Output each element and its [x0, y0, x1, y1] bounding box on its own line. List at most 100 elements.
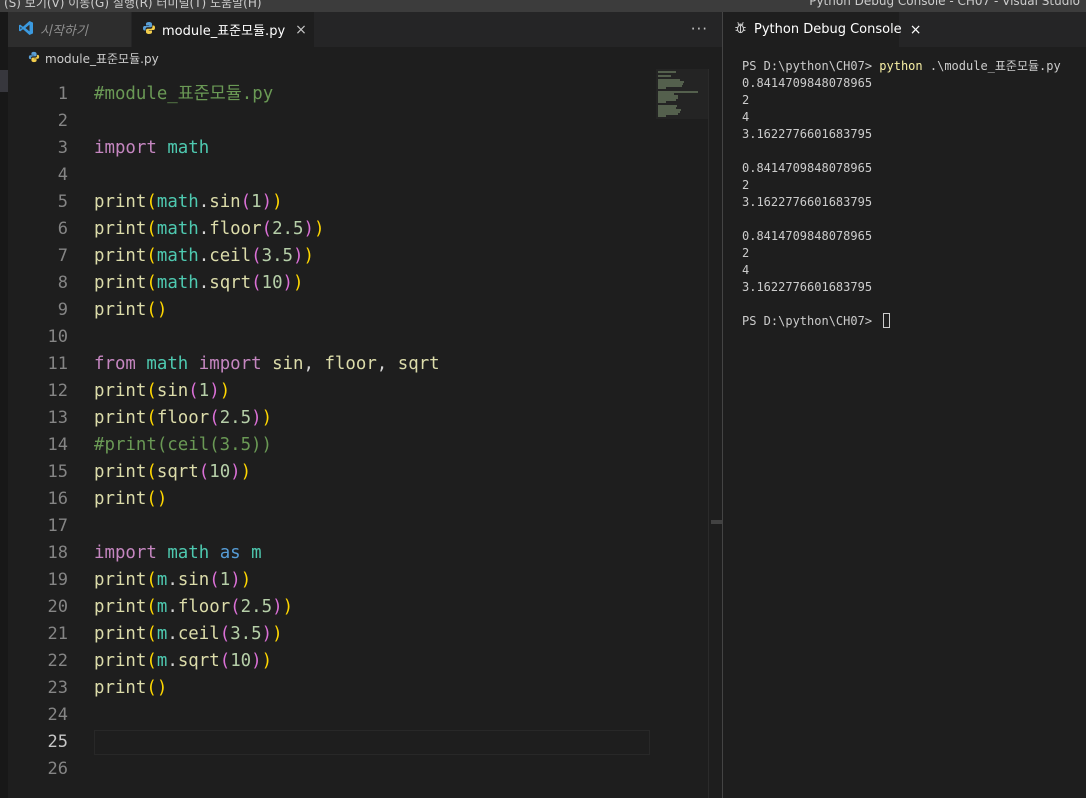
code-token: ( — [219, 624, 231, 644]
terminal-line: 0.8414709848078965 — [742, 76, 873, 90]
terminal-cursor[interactable] — [883, 313, 891, 328]
terminal-line: 2 — [742, 93, 750, 107]
code-token: ) — [282, 597, 294, 617]
vertical-scrollbar[interactable] — [708, 69, 723, 798]
code-token: ( — [146, 219, 157, 239]
line-number: 10 — [47, 327, 68, 347]
code-line[interactable]: print(m.ceil(3.5)) — [94, 621, 283, 648]
tab-debug-console[interactable]: Python Debug Console × — [723, 12, 921, 47]
code-token: ( — [146, 597, 157, 617]
code-token: ) — [251, 408, 262, 428]
code-token: ( — [209, 408, 220, 428]
code-line[interactable]: print() — [94, 297, 167, 324]
line-number: 15 — [47, 462, 68, 482]
code-token: , — [303, 354, 325, 374]
vscode-logo-icon — [18, 20, 34, 40]
terminal-line: PS D:\python\CH07> python .\module_표준모듈.… — [742, 58, 1082, 75]
code-line[interactable]: from math import sin, floor, sqrt — [94, 351, 440, 378]
code-line[interactable]: print(sqrt(10)) — [94, 459, 251, 486]
code-token: . — [198, 219, 210, 239]
code-token: ) — [261, 192, 273, 212]
line-number: 17 — [47, 516, 68, 536]
code-token: math — [146, 354, 189, 374]
code-token: ( — [146, 570, 157, 590]
code-line[interactable]: print(m.floor(2.5)) — [94, 594, 293, 621]
line-number: 20 — [47, 597, 68, 617]
close-icon[interactable]: × — [295, 22, 307, 38]
code-token: ) — [303, 219, 314, 239]
debug-console-panel: Python Debug Console × PS D:\python\CH07… — [723, 12, 1086, 798]
code-token: math — [156, 246, 199, 266]
line-number: 2 — [57, 111, 68, 131]
code-line[interactable]: import math as m — [94, 540, 262, 567]
code-token: ceil — [209, 246, 252, 266]
code-token: ) — [240, 462, 252, 482]
code-token: ( — [146, 192, 157, 212]
code-token: ) — [230, 570, 241, 590]
code-line[interactable]: print(sin(1)) — [94, 378, 230, 405]
tab-welcome[interactable]: 시작하기 — [8, 12, 132, 47]
line-number: 11 — [47, 354, 68, 374]
code-editor[interactable]: 1 2 3 4 5 6 7 8 9 10 11 12 13 14 15 16 17 18 19 20 21 22 23 24 2… — [8, 69, 723, 798]
line-number: 6 — [57, 219, 68, 239]
menu-bar[interactable]: (S) 보기(V) 이동(G) 실행(R) 터미널(T) 도움말(H) — [4, 0, 262, 11]
code-token: print — [94, 462, 147, 482]
code-line[interactable]: print(math.sqrt(10)) — [94, 270, 304, 297]
code-token: print — [94, 246, 147, 266]
tab-module-file[interactable]: module_표준모듈.py × — [132, 12, 314, 47]
code-token: ( — [146, 408, 157, 428]
terminal-prompt: PS D:\python\CH07> — [742, 314, 880, 328]
code-line[interactable]: print() — [94, 486, 167, 513]
code-token: sqrt — [209, 273, 252, 293]
code-line[interactable]: print(math.ceil(3.5)) — [94, 243, 314, 270]
code-line[interactable]: print(m.sqrt(10)) — [94, 648, 272, 675]
terminal-line: 3.1622776601683795 — [742, 195, 873, 209]
code-token: ( — [188, 381, 199, 401]
code-token: . — [198, 273, 210, 293]
code-token: print — [94, 408, 147, 428]
code-token: ) — [293, 273, 304, 293]
code-token: ( — [251, 246, 262, 266]
code-line[interactable]: import math — [94, 135, 209, 162]
code-token: sin — [272, 354, 304, 374]
close-icon[interactable]: × — [910, 22, 922, 38]
line-number: 4 — [57, 165, 68, 185]
terminal-line: 0.8414709848078965 — [742, 229, 873, 243]
code-token: print — [94, 570, 147, 590]
code-token: 2.5 — [240, 597, 273, 617]
code-token: floor — [156, 408, 210, 428]
minimap[interactable] — [656, 69, 708, 129]
line-number: 25 — [47, 732, 68, 752]
code-token: print — [94, 678, 147, 698]
code-token: ) — [209, 381, 220, 401]
code-line[interactable]: print(m.sin(1)) — [94, 567, 251, 594]
code-token: print — [94, 192, 147, 212]
code-token: math — [156, 273, 199, 293]
code-token: () — [146, 489, 168, 509]
current-line-highlight — [94, 730, 650, 755]
code-token: math — [167, 543, 210, 563]
code-token: print — [94, 381, 147, 401]
activity-selection — [0, 70, 8, 92]
code-line[interactable]: #module_표준모듈.py — [94, 81, 273, 108]
code-token: ( — [146, 246, 157, 266]
more-actions-icon[interactable]: ··· — [691, 20, 708, 38]
code-token: print — [94, 489, 147, 509]
line-number: 12 — [47, 381, 68, 401]
code-token: 10 — [209, 462, 231, 482]
breadcrumb[interactable]: module_표준모듈.py — [8, 47, 722, 69]
code-token: sqrt — [156, 462, 199, 482]
code-token: print — [94, 300, 147, 320]
code-line[interactable]: print(math.sin(1)) — [94, 189, 283, 216]
python-file-icon — [28, 51, 40, 66]
code-line[interactable]: print() — [94, 675, 167, 702]
terminal-output[interactable]: PS D:\python\CH07> python .\module_표준모듈.… — [742, 58, 1082, 330]
code-line[interactable]: print(math.floor(2.5)) — [94, 216, 324, 243]
code-line[interactable]: print(floor(2.5)) — [94, 405, 272, 432]
code-line[interactable]: #print(ceil(3.5)) — [94, 432, 272, 459]
